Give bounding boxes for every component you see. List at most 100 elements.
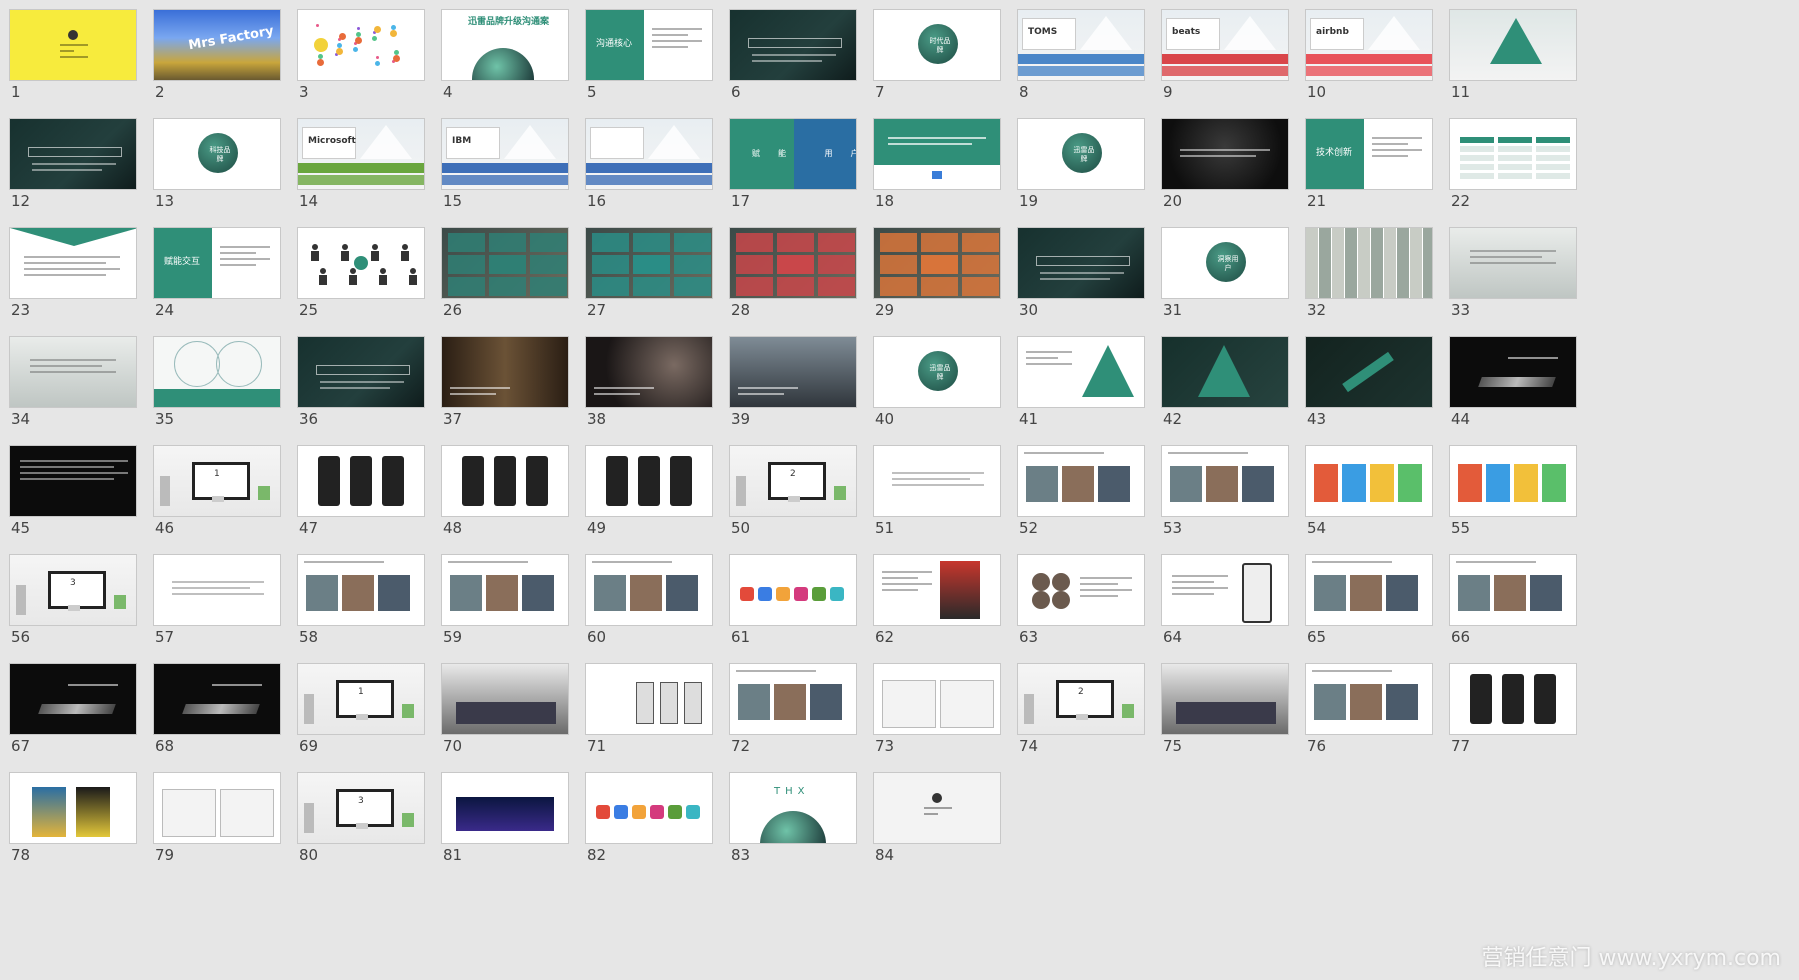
slide-preview[interactable] <box>1017 445 1145 517</box>
slide-preview[interactable] <box>1305 663 1433 735</box>
slide-preview[interactable]: TOMS <box>1017 9 1145 81</box>
slide-thumbnail[interactable]: 28 <box>729 227 894 352</box>
slide-thumbnail[interactable]: 2 74 <box>1017 663 1182 788</box>
slide-preview[interactable] <box>1017 336 1145 408</box>
slide-thumbnail[interactable]: 37 <box>441 336 606 461</box>
slide-preview[interactable] <box>1161 336 1289 408</box>
slide-thumbnail[interactable]: 51 <box>873 445 1038 570</box>
slide-preview[interactable] <box>873 772 1001 844</box>
slide-thumbnail[interactable]: 22 <box>1449 118 1614 243</box>
slide-preview[interactable] <box>729 663 857 735</box>
slide-thumbnail[interactable]: 54 <box>1305 445 1470 570</box>
slide-thumbnail[interactable]: 时代品牌 7 <box>873 9 1038 134</box>
slide-thumbnail[interactable]: 1 69 <box>297 663 462 788</box>
slide-preview[interactable] <box>729 227 857 299</box>
slide-thumbnail[interactable]: 73 <box>873 663 1038 788</box>
slide-thumbnail[interactable]: 科技品牌 13 <box>153 118 318 243</box>
slide-thumbnail[interactable]: 41 <box>1017 336 1182 461</box>
slide-preview[interactable] <box>585 227 713 299</box>
slide-preview[interactable] <box>873 118 1001 190</box>
slide-preview[interactable] <box>1305 336 1433 408</box>
slide-preview[interactable] <box>1161 118 1289 190</box>
slide-preview[interactable] <box>873 227 1001 299</box>
slide-preview[interactable] <box>441 445 569 517</box>
slide-preview[interactable]: 3 <box>297 772 425 844</box>
slide-preview[interactable] <box>585 445 713 517</box>
slide-thumbnail[interactable]: 55 <box>1449 445 1614 570</box>
slide-thumbnail[interactable]: TOMS 8 <box>1017 9 1182 134</box>
slide-thumbnail[interactable]: 77 <box>1449 663 1614 788</box>
slide-preview[interactable]: THX <box>729 772 857 844</box>
slide-thumbnail[interactable]: 71 <box>585 663 750 788</box>
slide-preview[interactable] <box>9 9 137 81</box>
slide-thumbnail[interactable]: 23 <box>9 227 174 352</box>
slide-thumbnail[interactable]: 33 <box>1449 227 1614 352</box>
slide-thumbnail[interactable]: 赋能交互 24 <box>153 227 318 352</box>
slide-preview[interactable] <box>585 118 713 190</box>
slide-preview[interactable] <box>1305 227 1433 299</box>
slide-preview[interactable]: 赋能交互 <box>153 227 281 299</box>
slide-thumbnail[interactable]: 11 <box>1449 9 1614 134</box>
slide-thumbnail[interactable]: 35 <box>153 336 318 461</box>
slide-preview[interactable]: 迅雷品牌 <box>873 336 1001 408</box>
slide-thumbnail[interactable]: Mrs Factory 2 <box>153 9 318 134</box>
slide-preview[interactable] <box>1449 336 1577 408</box>
slide-preview[interactable]: 洞察用户 <box>1161 227 1289 299</box>
slide-preview[interactable] <box>1305 554 1433 626</box>
slide-preview[interactable]: 2 <box>1017 663 1145 735</box>
slide-thumbnail[interactable]: 84 <box>873 772 1038 897</box>
slide-thumbnail[interactable]: 迅雷品牌 40 <box>873 336 1038 461</box>
slide-thumbnail[interactable]: Microsoft 14 <box>297 118 462 243</box>
slide-preview[interactable]: 迅雷品牌 <box>1017 118 1145 190</box>
slide-thumbnail[interactable]: THX 83 <box>729 772 894 897</box>
slide-preview[interactable] <box>729 336 857 408</box>
slide-preview[interactable] <box>9 663 137 735</box>
slide-preview[interactable] <box>441 663 569 735</box>
slide-thumbnail[interactable]: 30 <box>1017 227 1182 352</box>
slide-preview[interactable] <box>153 663 281 735</box>
slide-preview[interactable] <box>153 336 281 408</box>
slide-preview[interactable] <box>585 663 713 735</box>
slide-preview[interactable] <box>153 772 281 844</box>
slide-thumbnail[interactable]: 52 <box>1017 445 1182 570</box>
slide-preview[interactable]: airbnb <box>1305 9 1433 81</box>
slide-thumbnail[interactable]: 53 <box>1161 445 1326 570</box>
slide-thumbnail[interactable]: 65 <box>1305 554 1470 679</box>
slide-thumbnail[interactable]: 25 <box>297 227 462 352</box>
slide-preview[interactable] <box>1449 227 1577 299</box>
slide-thumbnail[interactable]: 70 <box>441 663 606 788</box>
slide-thumbnail[interactable]: 43 <box>1305 336 1470 461</box>
slide-preview[interactable]: 1 <box>153 445 281 517</box>
slide-preview[interactable] <box>585 554 713 626</box>
slide-preview[interactable] <box>1305 445 1433 517</box>
slide-thumbnail[interactable]: 62 <box>873 554 1038 679</box>
slide-preview[interactable] <box>9 772 137 844</box>
slide-thumbnail[interactable]: IBM 15 <box>441 118 606 243</box>
slide-thumbnail[interactable]: 58 <box>297 554 462 679</box>
slide-thumbnail[interactable]: 64 <box>1161 554 1326 679</box>
slide-preview[interactable] <box>9 118 137 190</box>
slide-thumbnail[interactable]: 技术创新 21 <box>1305 118 1470 243</box>
slide-preview[interactable]: 赋能 用户 <box>729 118 857 190</box>
slide-preview[interactable] <box>729 554 857 626</box>
slide-thumbnail[interactable]: 78 <box>9 772 174 897</box>
slide-thumbnail[interactable]: 63 <box>1017 554 1182 679</box>
slide-thumbnail[interactable]: 29 <box>873 227 1038 352</box>
slide-thumbnail[interactable]: 60 <box>585 554 750 679</box>
slide-thumbnail[interactable]: 迅雷品牌升级沟通案 4 <box>441 9 606 134</box>
slide-preview[interactable]: 迅雷品牌升级沟通案 <box>441 9 569 81</box>
slide-preview[interactable] <box>1449 445 1577 517</box>
slide-thumbnail[interactable]: 47 <box>297 445 462 570</box>
slide-thumbnail[interactable]: 38 <box>585 336 750 461</box>
slide-preview[interactable] <box>9 336 137 408</box>
slide-preview[interactable] <box>1161 445 1289 517</box>
slide-preview[interactable]: 1 <box>297 663 425 735</box>
slide-preview[interactable] <box>297 227 425 299</box>
slide-thumbnail[interactable]: 3 <box>297 9 462 134</box>
slide-thumbnail[interactable]: 48 <box>441 445 606 570</box>
slide-thumbnail[interactable]: 72 <box>729 663 894 788</box>
slide-thumbnail[interactable]: 26 <box>441 227 606 352</box>
slide-thumbnail[interactable]: 49 <box>585 445 750 570</box>
slide-thumbnail[interactable]: 赋能 用户 17 <box>729 118 894 243</box>
slide-thumbnail[interactable]: 36 <box>297 336 462 461</box>
